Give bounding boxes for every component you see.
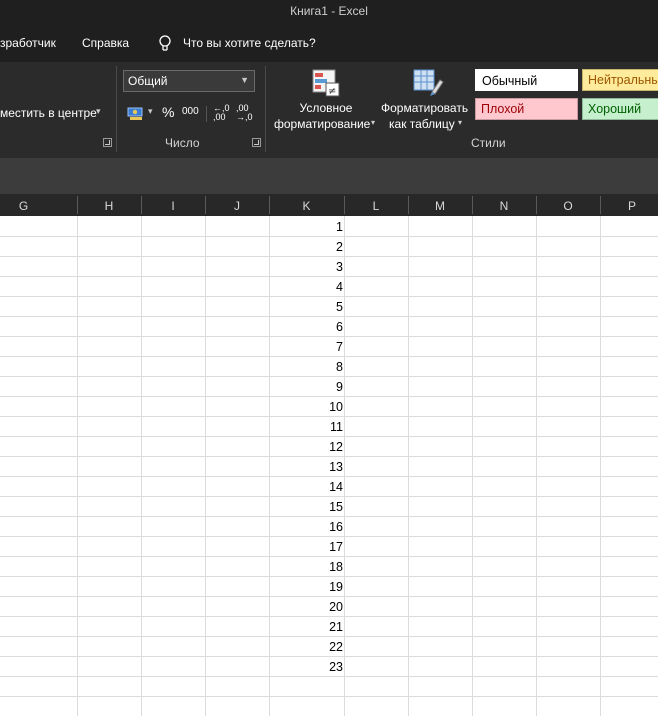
column-header-g[interactable]: G	[0, 194, 77, 216]
conditional-dropdown-arrow-icon[interactable]: ▾	[371, 118, 375, 127]
gridline	[600, 216, 601, 716]
cell-k11[interactable]: 11	[270, 417, 343, 437]
cell-k22[interactable]: 22	[270, 637, 343, 657]
cell-k23[interactable]: 23	[270, 657, 343, 677]
format-as-table-label-2[interactable]: как таблицу	[389, 116, 455, 132]
conditional-formatting-label-1[interactable]: Условное	[298, 100, 354, 116]
increase-decimal-button[interactable]: ←,0 ,00	[213, 104, 233, 126]
column-header-k[interactable]: K	[269, 194, 344, 216]
tab-developer[interactable]: зработчик	[0, 36, 56, 50]
format-as-table-label-1[interactable]: Форматировать	[381, 100, 468, 116]
cell-k5[interactable]: 5	[270, 297, 343, 317]
tell-me-search[interactable]: Что вы хотите сделать?	[183, 36, 316, 50]
gridline	[472, 216, 473, 716]
separator	[206, 106, 207, 122]
style-good[interactable]: Хороший	[582, 98, 658, 120]
column-header-i[interactable]: I	[141, 194, 205, 216]
number-format-value: Общий	[128, 74, 168, 88]
style-normal[interactable]: Обычный	[475, 69, 578, 91]
conditional-formatting-label-2[interactable]: форматирование	[274, 116, 370, 132]
ribbon-tabs: зработчик Справка Что вы хотите сделать?	[0, 26, 658, 62]
cell-k15[interactable]: 15	[270, 497, 343, 517]
cell-k18[interactable]: 18	[270, 557, 343, 577]
cell-k8[interactable]: 8	[270, 357, 343, 377]
cell-k20[interactable]: 20	[270, 597, 343, 617]
column-headers: GHIJKLMNOP	[0, 194, 658, 216]
group-separator	[116, 66, 117, 152]
column-header-n[interactable]: N	[472, 194, 536, 216]
column-header-p[interactable]: P	[600, 194, 658, 216]
cell-k6[interactable]: 6	[270, 317, 343, 337]
merge-center-button[interactable]: местить в центре	[0, 106, 97, 120]
lightbulb-icon[interactable]	[156, 34, 174, 54]
cell-k17[interactable]: 17	[270, 537, 343, 557]
cell-k2[interactable]: 2	[270, 237, 343, 257]
gridline	[536, 216, 537, 716]
alignment-launcher-icon[interactable]	[103, 138, 112, 147]
cell-k3[interactable]: 3	[270, 257, 343, 277]
formula-bar[interactable]	[0, 158, 658, 194]
tab-help[interactable]: Справка	[82, 36, 129, 50]
number-launcher-icon[interactable]	[252, 138, 261, 147]
gridline	[141, 216, 142, 716]
cell-k7[interactable]: 7	[270, 337, 343, 357]
svg-text:≠: ≠	[328, 86, 336, 97]
ribbon: местить в центре ▾ Общий ▼ ▾ % 000 ←,0 ,…	[0, 62, 658, 158]
gridline	[77, 216, 78, 716]
cell-k14[interactable]: 14	[270, 477, 343, 497]
number-group-label: Число	[165, 136, 200, 150]
gridline	[0, 696, 658, 697]
cell-k12[interactable]: 12	[270, 437, 343, 457]
column-header-j[interactable]: J	[205, 194, 269, 216]
column-header-m[interactable]: M	[408, 194, 472, 216]
cell-k19[interactable]: 19	[270, 577, 343, 597]
chevron-down-icon: ▼	[240, 75, 249, 85]
conditional-formatting-icon[interactable]: ≠	[311, 68, 341, 98]
cell-k10[interactable]: 10	[270, 397, 343, 417]
currency-dropdown-arrow-icon[interactable]: ▾	[148, 106, 153, 117]
thousands-separator-button[interactable]: 000	[182, 106, 199, 128]
cell-k4[interactable]: 4	[270, 277, 343, 297]
window-title: Книга1 - Excel	[290, 4, 368, 18]
decrease-decimal-button[interactable]: ,00 →,0	[236, 104, 256, 126]
worksheet-grid[interactable]: 1 2 3 4 5 6 7 8 9 10 11 12 13 14 15 16 17 18 19 20 21 22 23	[0, 216, 658, 716]
format-as-table-icon[interactable]	[412, 68, 444, 98]
cell-k9[interactable]: 9	[270, 377, 343, 397]
styles-group-label: Стили	[471, 136, 506, 150]
cell-k21[interactable]: 21	[270, 617, 343, 637]
gridline	[205, 216, 206, 716]
cell-k16[interactable]: 16	[270, 517, 343, 537]
style-neutral[interactable]: Нейтральны	[582, 69, 658, 91]
column-header-o[interactable]: O	[536, 194, 600, 216]
column-header-h[interactable]: H	[77, 194, 141, 216]
group-separator	[265, 66, 266, 152]
gridline	[344, 216, 345, 716]
column-header-l[interactable]: L	[344, 194, 408, 216]
gridline	[408, 216, 409, 716]
cell-k1[interactable]: 1	[270, 217, 343, 237]
merge-dropdown-arrow-icon[interactable]: ▾	[96, 106, 101, 117]
cell-k13[interactable]: 13	[270, 457, 343, 477]
currency-format-icon[interactable]	[126, 104, 146, 122]
style-bad[interactable]: Плохой	[475, 98, 578, 120]
table-dropdown-arrow-icon[interactable]: ▾	[458, 118, 462, 127]
number-format-dropdown[interactable]: Общий ▼	[123, 70, 255, 92]
title-bar: Книга1 - Excel	[0, 0, 658, 26]
percent-button[interactable]: %	[162, 104, 174, 126]
